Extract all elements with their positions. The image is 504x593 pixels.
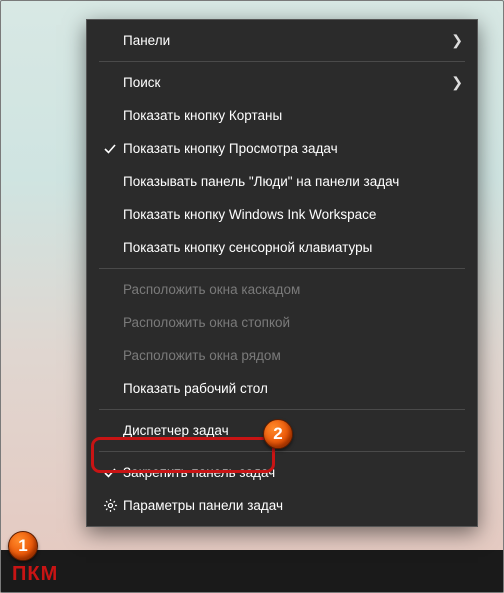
menu-label: Показать кнопку Windows Ink Workspace (123, 207, 463, 222)
menu-label: Расположить окна каскадом (123, 282, 463, 297)
menu-label: Показать кнопку Кортаны (123, 108, 463, 123)
menu-label: Показать рабочий стол (123, 381, 463, 396)
menu-item-show-taskview[interactable]: Показать кнопку Просмотра задач (87, 132, 477, 165)
separator (99, 409, 465, 410)
menu-label: Поиск (123, 75, 451, 90)
menu-item-search[interactable]: Поиск ❯ (87, 66, 477, 99)
taskbar-context-menu: Панели ❯ Поиск ❯ Показать кнопку Кортаны… (86, 19, 478, 527)
menu-item-show-touch-keyboard[interactable]: Показать кнопку сенсорной клавиатуры (87, 231, 477, 264)
chevron-right-icon: ❯ (451, 74, 463, 91)
menu-item-show-people[interactable]: Показывать панель "Люди" на панели задач (87, 165, 477, 198)
screenshot-frame: Панели ❯ Поиск ❯ Показать кнопку Кортаны… (0, 0, 504, 593)
separator (99, 268, 465, 269)
annotation-callout-1: 1 (8, 531, 38, 561)
menu-item-stack: Расположить окна стопкой (87, 306, 477, 339)
menu-label: Расположить окна стопкой (123, 315, 463, 330)
check-icon (97, 466, 123, 480)
separator (99, 61, 465, 62)
check-icon (97, 142, 123, 156)
menu-label: Показать кнопку Просмотра задач (123, 141, 463, 156)
menu-item-panels[interactable]: Панели ❯ (87, 24, 477, 57)
menu-item-show-desktop[interactable]: Показать рабочий стол (87, 372, 477, 405)
menu-label: Расположить окна рядом (123, 348, 463, 363)
menu-item-show-ink[interactable]: Показать кнопку Windows Ink Workspace (87, 198, 477, 231)
separator (99, 451, 465, 452)
annotation-callout-2: 2 (263, 419, 293, 449)
chevron-right-icon: ❯ (451, 32, 463, 49)
menu-item-lock-taskbar[interactable]: Закрепить панель задач (87, 456, 477, 489)
menu-label: Панели (123, 33, 451, 48)
menu-label: Параметры панели задач (123, 498, 463, 513)
menu-item-sidebyside: Расположить окна рядом (87, 339, 477, 372)
taskbar[interactable] (1, 550, 503, 592)
menu-item-cascade: Расположить окна каскадом (87, 273, 477, 306)
menu-item-show-cortana[interactable]: Показать кнопку Кортаны (87, 99, 477, 132)
callout-number: 1 (18, 536, 27, 556)
menu-item-taskbar-settings[interactable]: Параметры панели задач (87, 489, 477, 522)
menu-label: Показать кнопку сенсорной клавиатуры (123, 240, 463, 255)
gear-icon (97, 498, 123, 513)
callout-number: 2 (273, 424, 282, 444)
menu-label: Показывать панель "Люди" на панели задач (123, 174, 463, 189)
menu-label: Закрепить панель задач (123, 465, 463, 480)
annotation-rightclick-label: ПКМ (12, 563, 58, 586)
menu-label: Диспетчер задач (123, 423, 463, 438)
